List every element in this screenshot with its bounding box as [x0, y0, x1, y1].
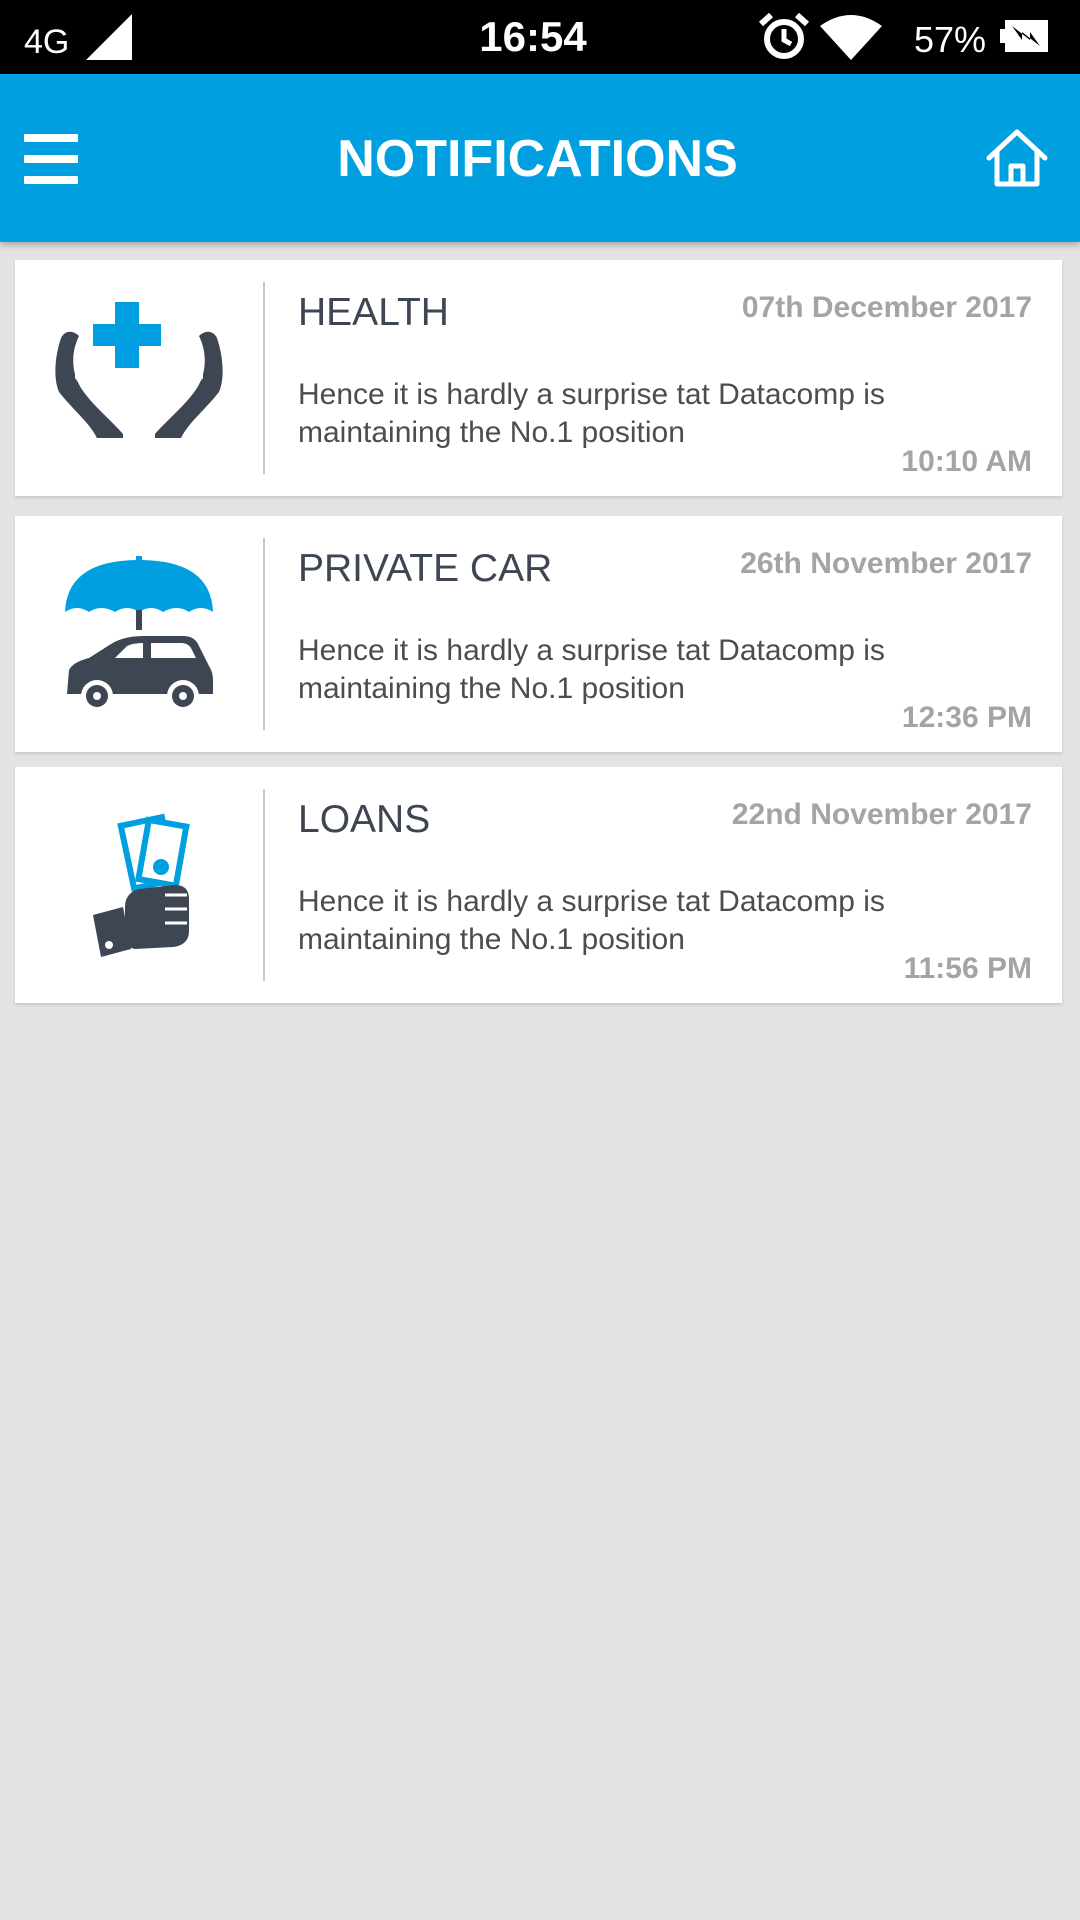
- notification-time: 10:10 AM: [901, 445, 1032, 478]
- notification-card-health[interactable]: HEALTH 07th December 2017 Hence it is ha…: [15, 260, 1062, 496]
- notification-message: Hence it is hardly a surprise tat Dataco…: [298, 378, 885, 449]
- alarm-icon: [758, 12, 810, 67]
- status-bar: 4G 16:54 57%: [0, 0, 1080, 74]
- notification-category: PRIVATE CAR: [298, 547, 553, 590]
- notification-message: Hence it is hardly a surprise tat Dataco…: [298, 885, 885, 956]
- hand-money-icon: [15, 767, 263, 1003]
- health-hands-cross-icon: [15, 260, 263, 496]
- card-divider: [263, 538, 265, 730]
- notification-category: LOANS: [298, 798, 431, 841]
- page-title: NOTIFICATIONS: [337, 130, 738, 188]
- home-icon: [986, 129, 1048, 187]
- notification-card-private-car[interactable]: PRIVATE CAR 26th November 2017 Hence it …: [15, 516, 1062, 752]
- notification-date: 22nd November 2017: [731, 798, 1032, 831]
- card-divider: [263, 282, 265, 474]
- wifi-icon: [820, 14, 882, 65]
- battery-percent: 57%: [914, 19, 987, 60]
- notification-category: HEALTH: [298, 291, 449, 334]
- card-divider: [263, 789, 265, 981]
- notification-date: 26th November 2017: [740, 547, 1032, 580]
- notification-message: Hence it is hardly a surprise tat Dataco…: [298, 634, 885, 705]
- notification-time: 11:56 PM: [903, 952, 1032, 985]
- notification-card-loans[interactable]: LOANS 22nd November 2017 Hence it is har…: [15, 767, 1062, 1003]
- status-time: 16:54: [479, 13, 587, 60]
- battery-charging-icon: [1000, 20, 1048, 57]
- notification-date: 07th December 2017: [741, 291, 1032, 324]
- home-button[interactable]: [986, 128, 1048, 193]
- app-bar: NOTIFICATIONS: [0, 74, 1080, 242]
- car-umbrella-icon: [15, 516, 263, 752]
- notification-time: 12:36 PM: [901, 701, 1032, 734]
